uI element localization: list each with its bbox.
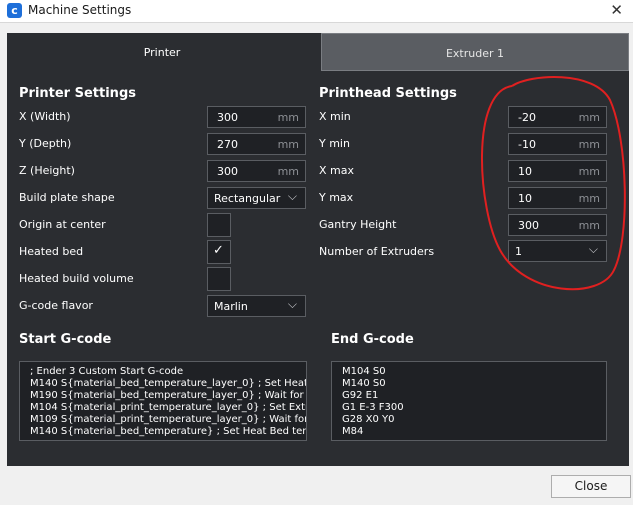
red-circle-annotation bbox=[481, 76, 626, 291]
